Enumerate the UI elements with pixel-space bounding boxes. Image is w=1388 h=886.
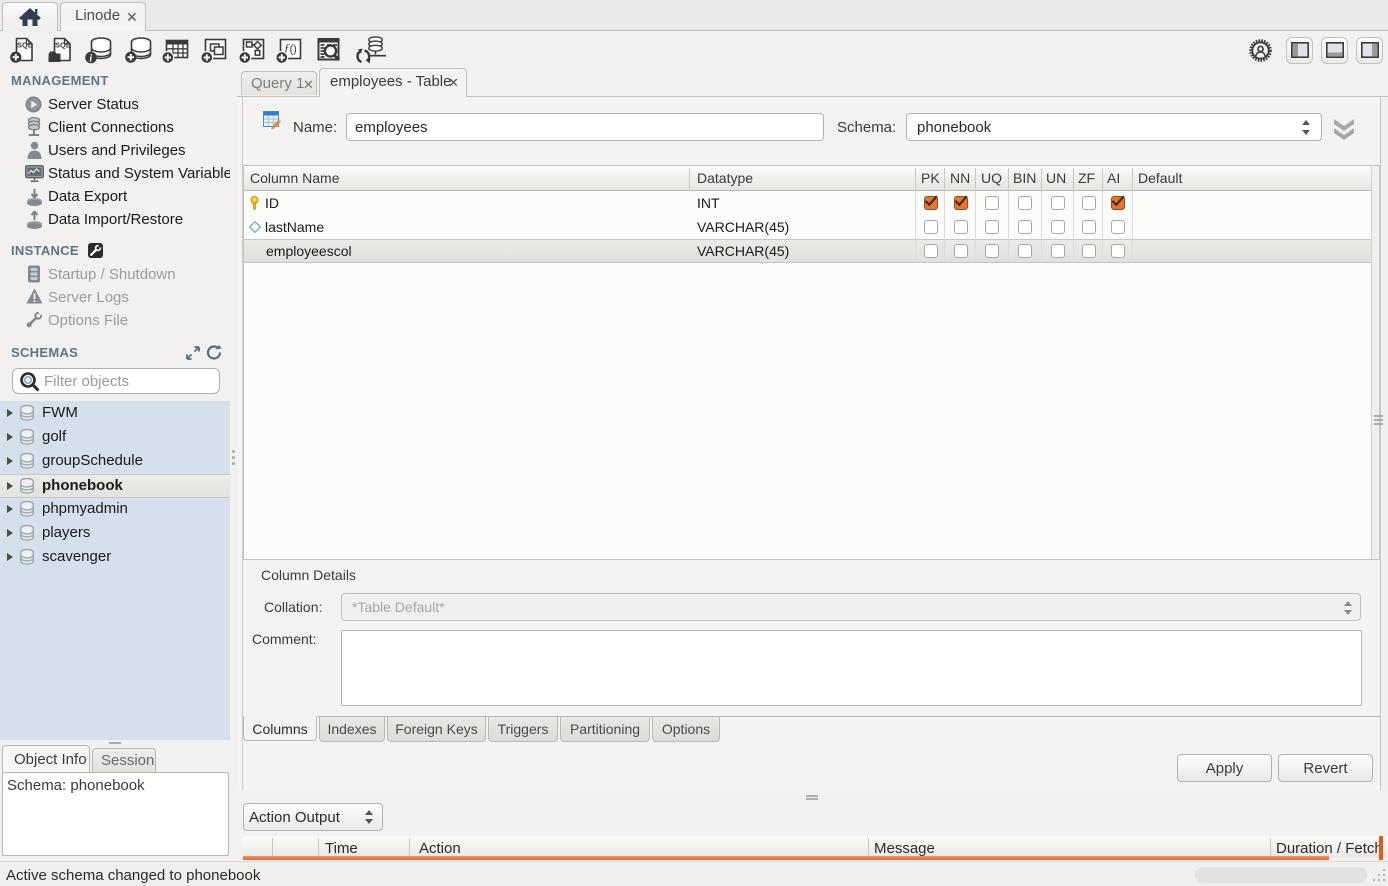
svg-text:i: i	[89, 54, 92, 65]
svg-text:(): ()	[290, 44, 297, 56]
svg-text:SQL: SQL	[55, 41, 71, 50]
svg-text:SQL: SQL	[17, 41, 33, 50]
